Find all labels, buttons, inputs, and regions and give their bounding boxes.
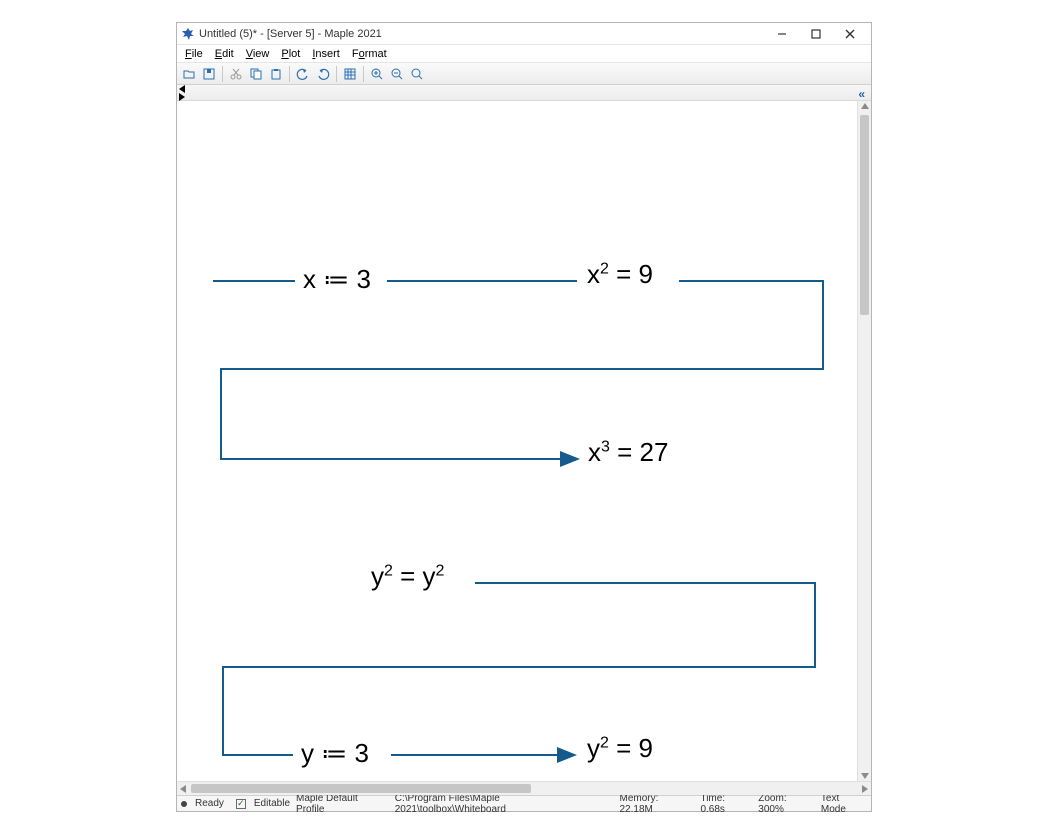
save-icon[interactable] bbox=[199, 65, 219, 83]
menu-format[interactable]: Format bbox=[346, 47, 393, 61]
grid-icon[interactable] bbox=[340, 65, 360, 83]
menu-file[interactable]: File bbox=[179, 47, 209, 61]
status-dot-icon bbox=[181, 801, 187, 807]
menu-insert[interactable]: Insert bbox=[306, 47, 346, 61]
zoom-fit-icon[interactable] bbox=[407, 65, 427, 83]
ruler-row: « bbox=[177, 85, 871, 101]
menu-view[interactable]: View bbox=[240, 47, 276, 61]
status-bar: Ready ✓ Editable Maple Default Profile C… bbox=[177, 795, 871, 811]
status-memory: Memory: 22.18M bbox=[620, 793, 695, 815]
expr-x-sq[interactable]: x2 = 9 bbox=[587, 259, 653, 290]
status-ready: Ready bbox=[195, 798, 224, 809]
undo-icon[interactable] bbox=[293, 65, 313, 83]
paste-icon[interactable] bbox=[266, 65, 286, 83]
horizontal-scrollbar[interactable] bbox=[177, 781, 871, 795]
status-zoom[interactable]: Zoom: 300% bbox=[758, 793, 815, 815]
whiteboard-canvas[interactable]: x ≔ 3 x2 = 9 x3 = 27 y2 = y2 y ≔ 3 y2 = … bbox=[177, 101, 857, 781]
status-time: Time: 0.68s bbox=[700, 793, 752, 815]
open-icon[interactable] bbox=[179, 65, 199, 83]
menu-bar: File Edit View Plot Insert Format bbox=[177, 45, 871, 63]
status-mode[interactable]: Text Mode bbox=[821, 793, 867, 815]
gutter-marker-bottom-icon[interactable] bbox=[179, 93, 185, 101]
zoom-in-icon[interactable] bbox=[367, 65, 387, 83]
flow-arrow-1 bbox=[177, 101, 857, 781]
status-profile: Maple Default Profile bbox=[296, 793, 389, 815]
window-title: Untitled (5)* - [Server 5] - Maple 2021 bbox=[199, 28, 382, 40]
scroll-thumb-vertical[interactable] bbox=[860, 115, 869, 315]
app-logo-icon bbox=[181, 27, 195, 41]
status-editable: Editable bbox=[254, 798, 290, 809]
minimize-button[interactable] bbox=[765, 23, 799, 45]
expr-y-assign[interactable]: y ≔ 3 bbox=[301, 738, 369, 769]
flow-arrow-2 bbox=[177, 101, 857, 781]
maximize-button[interactable] bbox=[799, 23, 833, 45]
vertical-scrollbar[interactable] bbox=[857, 101, 871, 781]
close-button[interactable] bbox=[833, 23, 867, 45]
expr-y-sq-result[interactable]: y2 = 9 bbox=[587, 733, 653, 764]
expr-text: x ≔ 3 bbox=[303, 264, 371, 294]
titlebar: Untitled (5)* - [Server 5] - Maple 2021 bbox=[177, 23, 871, 45]
scroll-down-icon[interactable] bbox=[861, 773, 869, 779]
zoom-out-icon[interactable] bbox=[387, 65, 407, 83]
toolbar bbox=[177, 63, 871, 85]
status-path: C:\Program Files\Maple 2021\toolbox\Whit… bbox=[395, 793, 614, 815]
redo-icon[interactable] bbox=[313, 65, 333, 83]
content-area: x ≔ 3 x2 = 9 x3 = 27 y2 = y2 y ≔ 3 y2 = … bbox=[177, 101, 871, 781]
menu-edit[interactable]: Edit bbox=[209, 47, 240, 61]
scroll-left-icon[interactable] bbox=[180, 785, 186, 793]
expr-x-assign[interactable]: x ≔ 3 bbox=[303, 264, 371, 295]
menu-plot[interactable]: Plot bbox=[275, 47, 306, 61]
scroll-right-icon[interactable] bbox=[862, 785, 868, 793]
scroll-thumb-horizontal[interactable] bbox=[191, 784, 531, 793]
cut-icon[interactable] bbox=[226, 65, 246, 83]
copy-icon[interactable] bbox=[246, 65, 266, 83]
expr-y-sq-eq[interactable]: y2 = y2 bbox=[371, 561, 444, 592]
scroll-up-icon[interactable] bbox=[861, 103, 869, 109]
editable-checkbox[interactable]: ✓ bbox=[236, 799, 246, 809]
app-window: Untitled (5)* - [Server 5] - Maple 2021 … bbox=[176, 22, 872, 812]
collapse-panel-button[interactable]: « bbox=[858, 87, 865, 101]
expr-text: y ≔ 3 bbox=[301, 738, 369, 768]
expr-x-cubed[interactable]: x3 = 27 bbox=[588, 437, 668, 468]
gutter-marker-top-icon[interactable] bbox=[179, 85, 185, 93]
